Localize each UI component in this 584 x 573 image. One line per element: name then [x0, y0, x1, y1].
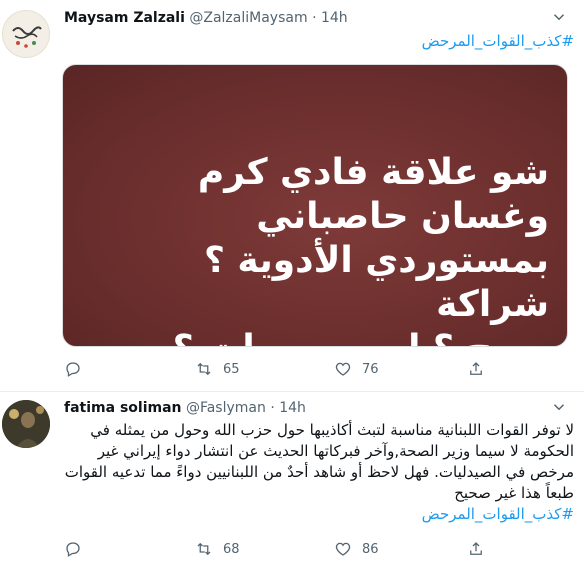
timestamp[interactable]: 14h [321, 10, 348, 26]
headline-line: بمستوردي الأدوية ؟ شراكة [203, 240, 549, 325]
user-photo-icon [2, 400, 50, 448]
chevron-down-icon[interactable] [550, 8, 568, 26]
tweet-actions: 65 76 [64, 360, 544, 380]
tweet-text: لا توفر القوات اللبنانية مناسبة لتبث أكا… [64, 420, 574, 525]
share-button[interactable] [467, 360, 485, 378]
retweet-button[interactable]: 65 [195, 360, 240, 378]
like-count: 86 [362, 541, 379, 557]
separator: · [270, 400, 275, 416]
calligraphy-logo-icon [5, 13, 47, 55]
hashtag-link[interactable]: #كذب_القوات_المرحض [422, 505, 574, 523]
retweet-button[interactable]: 68 [195, 540, 240, 558]
timestamp[interactable]: 14h [279, 400, 306, 416]
share-icon [470, 542, 482, 555]
tweet-body: لا توفر القوات اللبنانية مناسبة لتبث أكا… [64, 421, 574, 502]
heart-icon [335, 542, 351, 556]
reply-button[interactable] [64, 360, 92, 378]
like-count: 76 [362, 361, 379, 377]
display-name[interactable]: fatima soliman [64, 400, 182, 416]
user-handle[interactable]: @ZalzaliMaysam [189, 10, 307, 26]
tweet-image[interactable]: شو علاقة فادي كرم وغسان حاصباني بمستوردي… [62, 64, 568, 347]
tweet-text: #كذب_القوات_المرحض [64, 31, 574, 52]
image-headline: شو علاقة فادي كرم وغسان حاصباني بمستوردي… [81, 151, 549, 346]
retweet-icon [197, 362, 211, 376]
like-button[interactable]: 76 [334, 360, 379, 378]
tweet-header: fatima soliman @Faslyman · 14h [64, 399, 544, 417]
user-handle[interactable]: @Faslyman [186, 400, 266, 416]
headline-line: وغسان حاصباني [256, 196, 549, 237]
retweet-icon [197, 542, 211, 556]
reply-icon [66, 542, 80, 557]
share-icon [470, 362, 482, 375]
hashtag-link[interactable]: #كذب_القوات_المرحض [422, 32, 574, 50]
display-name[interactable]: Maysam Zalzali [64, 10, 185, 26]
headline-line: شو علاقة فادي كرم [197, 152, 549, 193]
avatar[interactable] [2, 10, 50, 58]
share-button[interactable] [467, 540, 485, 558]
retweet-count: 68 [223, 541, 240, 557]
tweet[interactable]: Maysam Zalzali @ZalzaliMaysam · 14h #كذب… [0, 0, 584, 392]
separator: · [312, 10, 317, 26]
tweet[interactable]: fatima soliman @Faslyman · 14h لا توفر ا… [0, 392, 584, 573]
chevron-down-icon[interactable] [550, 398, 568, 416]
heart-icon [335, 362, 351, 376]
reply-icon [66, 362, 80, 377]
headline-line: وربح ؟ او سمسرات ؟ [81, 327, 549, 346]
retweet-count: 65 [223, 361, 240, 377]
like-button[interactable]: 86 [334, 540, 379, 558]
avatar[interactable] [2, 400, 50, 448]
reply-button[interactable] [64, 540, 92, 558]
tweet-actions: 68 86 [64, 540, 544, 560]
tweet-header: Maysam Zalzali @ZalzaliMaysam · 14h [64, 9, 544, 27]
